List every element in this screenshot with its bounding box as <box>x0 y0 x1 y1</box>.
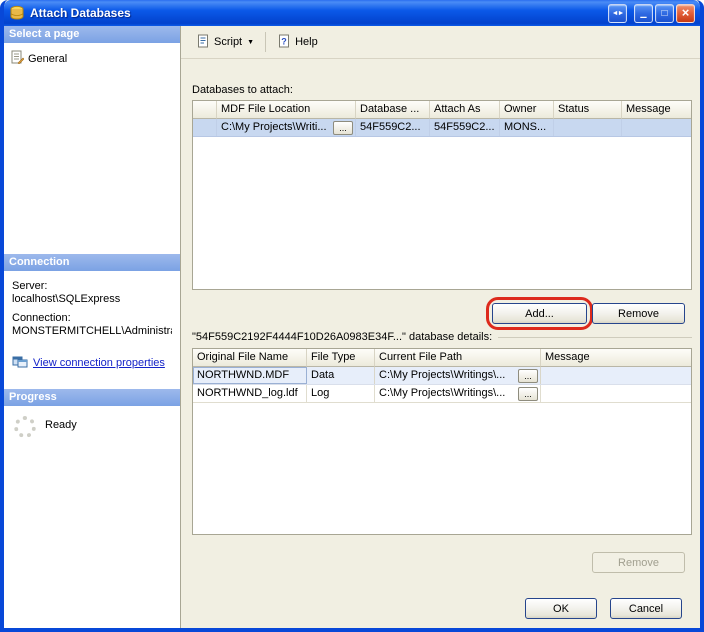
annotation-highlight-ring: Add... <box>486 297 593 330</box>
cell-file-type[interactable]: Log <box>307 385 375 402</box>
cell-current-file-path[interactable]: C:\My Projects\Writings\... ... <box>375 385 541 402</box>
column-header-file-type: File Type <box>307 349 375 367</box>
help-button[interactable]: ? Help <box>271 30 324 55</box>
connection-panel: Server: localhost\SQLExpress Connection:… <box>4 271 180 389</box>
toolbar: Script ▼ ? Help <box>181 26 700 59</box>
help-button-label: Help <box>295 36 318 48</box>
details-label-row: "54F559C2192F4444F10D26A0983E34F..." dat… <box>192 331 692 343</box>
cell-file-type[interactable]: Data <box>307 367 375 384</box>
cell-attach-as[interactable]: 54F559C2... <box>430 119 500 136</box>
server-value: localhost\SQLExpress <box>12 293 172 306</box>
cell-message[interactable] <box>622 119 691 136</box>
progress-header: Progress <box>4 389 180 406</box>
view-connection-properties-link[interactable]: View connection properties <box>33 357 165 370</box>
titlebar[interactable]: Attach Databases ◄► ▁ □ × <box>4 0 700 26</box>
main-panel: Script ▼ ? Help Databases to attach: <box>181 26 700 628</box>
cell-owner[interactable]: MONS... <box>500 119 554 136</box>
browse-mdf-button[interactable]: ... <box>333 121 353 135</box>
column-header-current-file-path: Current File Path <box>375 349 541 367</box>
progress-status: Ready <box>45 419 77 431</box>
svg-text:?: ? <box>281 36 287 46</box>
select-a-page-header: Select a page <box>4 26 180 43</box>
dock-window-button[interactable]: ◄► <box>608 4 627 23</box>
maximize-button[interactable]: □ <box>655 4 674 23</box>
progress-spinner-icon <box>14 416 36 438</box>
column-header-mdf-file-location: MDF File Location <box>217 101 356 119</box>
script-button[interactable]: Script ▼ <box>190 30 260 55</box>
database-details-label: "54F559C2192F4444F10D26A0983E34F..." dat… <box>192 331 492 343</box>
database-icon <box>9 5 25 21</box>
column-header-database: Database ... <box>356 101 430 119</box>
script-button-label: Script <box>214 36 242 48</box>
browse-path-button[interactable]: ... <box>518 369 538 383</box>
ok-button[interactable]: OK <box>525 598 597 619</box>
script-icon <box>196 34 210 51</box>
cell-database[interactable]: 54F559C2... <box>356 119 430 136</box>
column-header-attach-as: Attach As <box>430 101 500 119</box>
sidebar: Select a page General <box>4 26 181 628</box>
sidebar-item-label: General <box>28 53 67 65</box>
cancel-button[interactable]: Cancel <box>610 598 682 619</box>
cell-current-file-path[interactable]: C:\My Projects\Writings\... ... <box>375 367 541 384</box>
table-row[interactable]: C:\My Projects\Writi... ... 54F559C2... … <box>193 119 691 137</box>
add-button[interactable]: Add... <box>492 303 587 324</box>
details-divider <box>498 337 692 338</box>
row-selector-cell[interactable] <box>193 119 217 136</box>
cell-status[interactable] <box>554 119 622 136</box>
chevron-down-icon: ▼ <box>247 39 254 46</box>
window-title: Attach Databases <box>30 6 608 20</box>
database-details-grid[interactable]: Original File Name File Type Current Fil… <box>192 348 692 535</box>
remove-button[interactable]: Remove <box>592 303 685 324</box>
column-header-original-file-name: Original File Name <box>193 349 307 367</box>
column-header-selector <box>193 101 217 119</box>
progress-panel: Ready <box>4 406 180 628</box>
browse-path-button[interactable]: ... <box>518 387 538 401</box>
help-icon: ? <box>277 34 291 51</box>
general-page-icon <box>10 50 24 67</box>
cell-message[interactable] <box>541 367 691 384</box>
pages-panel: General <box>4 43 180 254</box>
cell-mdf-file-location[interactable]: C:\My Projects\Writi... ... <box>217 119 356 136</box>
details-grid-header: Original File Name File Type Current Fil… <box>193 349 691 367</box>
minimize-button[interactable]: ▁ <box>634 4 653 23</box>
table-row[interactable]: NORTHWND_log.ldf Log C:\My Projects\Writ… <box>193 385 691 403</box>
sidebar-item-general[interactable]: General <box>7 48 177 69</box>
server-label: Server: <box>12 280 172 293</box>
attach-databases-dialog: Attach Databases ◄► ▁ □ × Select a page <box>0 0 704 632</box>
cell-original-file-name[interactable]: NORTHWND_log.ldf <box>193 385 307 402</box>
toolbar-separator <box>265 32 266 52</box>
column-header-message: Message <box>541 349 691 367</box>
cell-message[interactable] <box>541 385 691 402</box>
table-row[interactable]: NORTHWND.MDF Data C:\My Projects\Writing… <box>193 367 691 385</box>
attach-grid-header: MDF File Location Database ... Attach As… <box>193 101 691 119</box>
column-header-message: Message <box>622 101 691 119</box>
view-connection-properties[interactable]: View connection properties <box>12 354 172 372</box>
column-header-owner: Owner <box>500 101 554 119</box>
column-header-status: Status <box>554 101 622 119</box>
connection-value: MONSTERMITCHELL\Administra <box>12 325 172 338</box>
connection-label: Connection: <box>12 312 172 325</box>
connection-properties-icon <box>12 354 28 372</box>
details-remove-button[interactable]: Remove <box>592 552 685 573</box>
databases-to-attach-grid[interactable]: MDF File Location Database ... Attach As… <box>192 100 692 290</box>
cell-original-file-name[interactable]: NORTHWND.MDF <box>193 367 307 384</box>
close-button[interactable]: × <box>676 4 695 23</box>
databases-to-attach-label: Databases to attach: <box>192 84 293 96</box>
connection-header: Connection <box>4 254 180 271</box>
